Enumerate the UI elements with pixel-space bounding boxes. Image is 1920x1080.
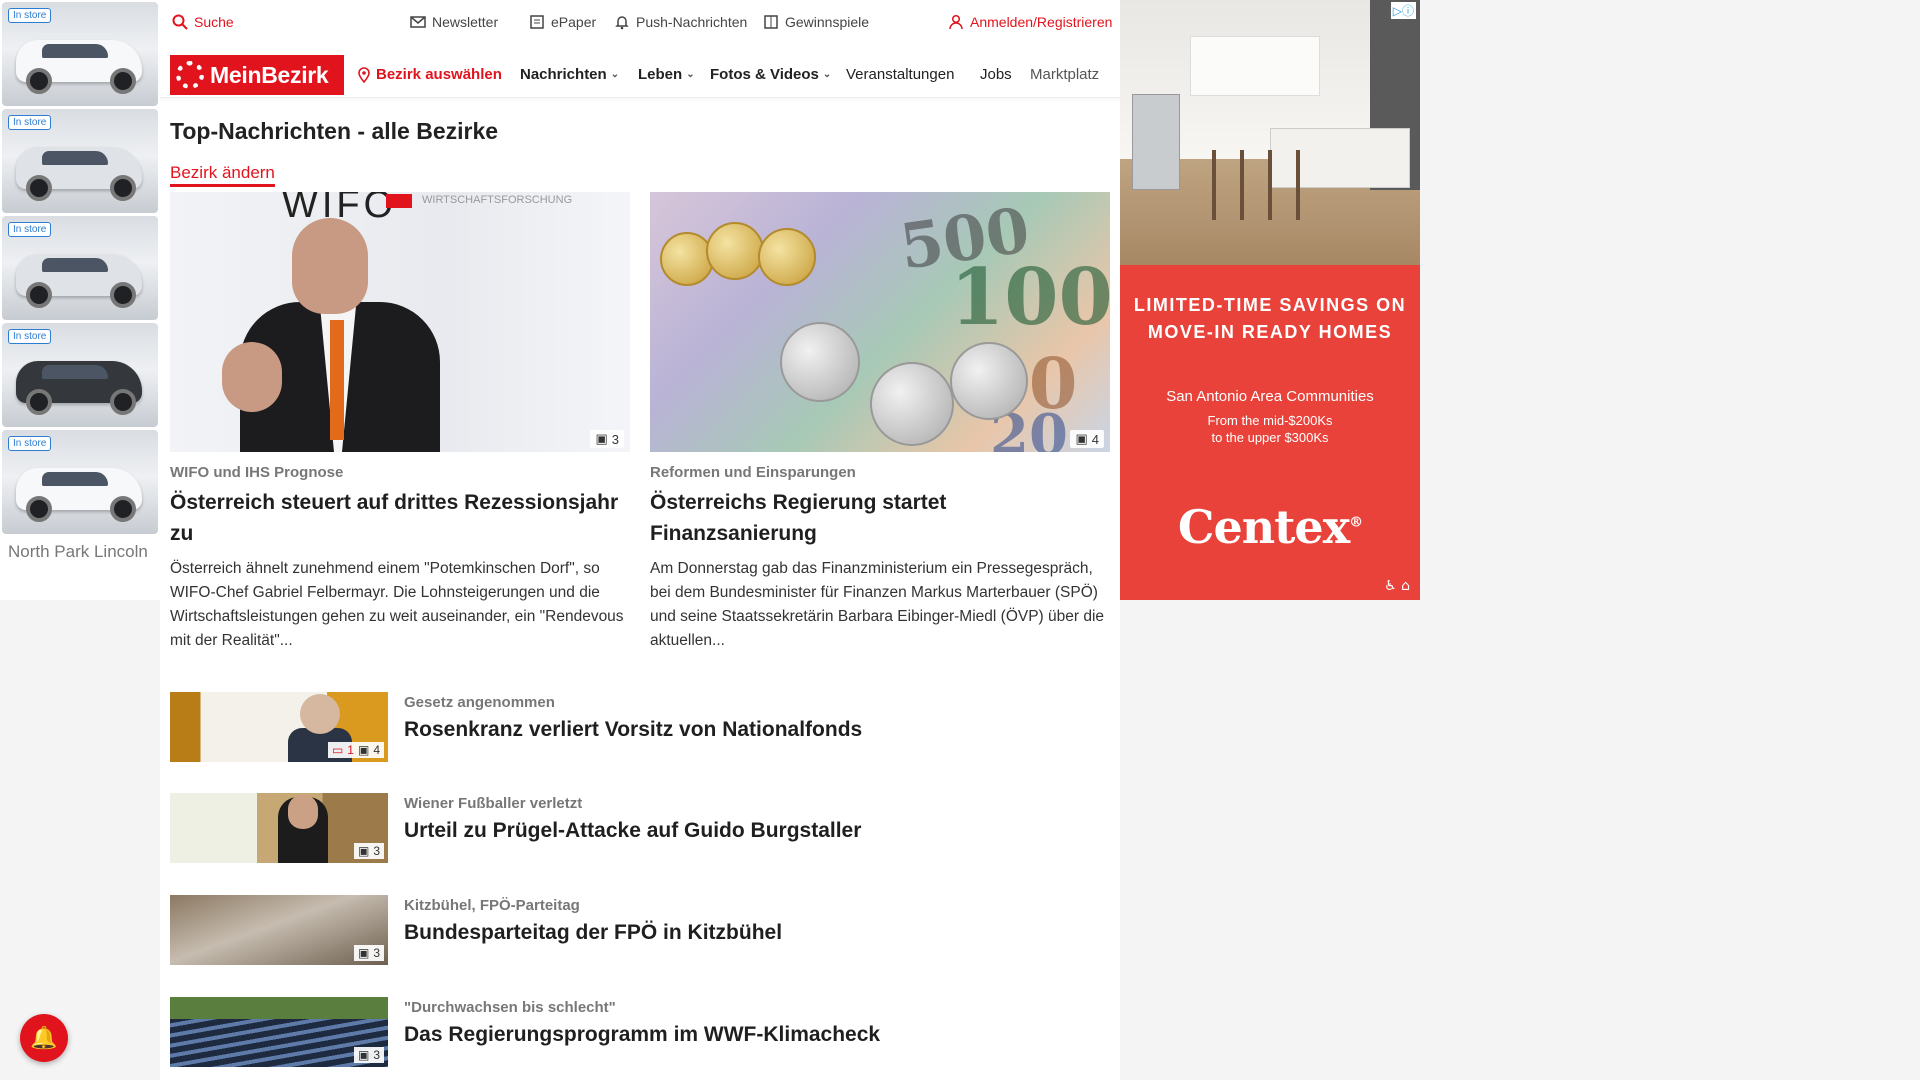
article-kicker: Wiener Fußballer verletzt	[404, 795, 583, 812]
chevron-down-icon: ⌄	[610, 69, 620, 80]
location-pin-icon	[358, 66, 370, 83]
article-image[interactable]: WIFO WIRTSCHAFTSFORSCHUNG ▣ 3	[170, 192, 630, 452]
epaper-link[interactable]: ePaper	[529, 14, 596, 30]
in-store-badge: In store	[8, 222, 52, 237]
gallery-icon: ▣	[357, 844, 370, 858]
gallery-icon: ▣	[595, 431, 608, 446]
nav-jobs[interactable]: Jobs	[980, 66, 1012, 83]
article-title[interactable]: Urteil zu Prügel-Attacke auf Guido Burgs…	[404, 819, 861, 843]
article-kicker: Reformen und Einsparungen	[650, 464, 856, 481]
bell-icon	[615, 16, 629, 30]
photo-count-badge: ▣ 3	[353, 1047, 384, 1063]
gewinnspiele-link[interactable]: Gewinnspiele	[763, 14, 869, 30]
list-article[interactable]: ▣ 3 "Durchwachsen bis schlecht" Das Regi…	[170, 997, 1100, 1067]
right-ad-banner[interactable]: ▷ⓘ LIMITED-TIME SAVINGS ON MOVE-IN READY…	[1120, 0, 1420, 600]
gallery-icon: ▣	[357, 946, 370, 960]
change-bezirk-link[interactable]: Bezirk ändern	[170, 163, 275, 187]
newsletter-link[interactable]: Newsletter	[410, 14, 498, 30]
article-title[interactable]: Das Regierungsprogramm im WWF-Klimacheck	[404, 1023, 880, 1047]
media-count-badge: ▭ 1 ▣ 4	[327, 742, 384, 758]
ad-brand-logo[interactable]: Centex®	[1120, 500, 1420, 554]
logo-sun-icon	[176, 61, 204, 89]
main-navigation: MeinBezirk Bezirk auswählen Nachrichten ⌄…	[160, 52, 1120, 98]
page-title: Top-Nachrichten - alle Bezirke	[170, 118, 499, 144]
site-logo[interactable]: MeinBezirk	[170, 55, 344, 95]
utility-bar: Suche Newsletter ePaper Push-Nachrichten…	[170, 12, 1112, 34]
article-thumbnail[interactable]: ▣ 3	[170, 793, 388, 863]
ad-headline: LIMITED-TIME SAVINGS ON MOVE-IN READY HO…	[1133, 295, 1407, 342]
list-article[interactable]: ▣ 3 Kitzbühel, FPÖ-Parteitag Bundesparte…	[170, 895, 1100, 965]
user-icon	[949, 14, 963, 30]
top-article-card[interactable]: WIFO WIRTSCHAFTSFORSCHUNG ▣ 3 WIFO und I…	[170, 192, 630, 653]
gallery-icon: ▣	[357, 1048, 370, 1062]
gallery-icon: ▣	[1075, 431, 1088, 446]
photo-count-badge: ▣ 3	[353, 945, 384, 961]
list-article[interactable]: ▣ 3 Wiener Fußballer verletzt Urteil zu …	[170, 793, 1100, 863]
in-store-badge: In store	[8, 436, 52, 451]
top-article-card[interactable]: 500 100 50 20 ▣ 4 Reformen und Einsparun…	[650, 192, 1110, 653]
bell-icon: 🔔	[30, 1025, 58, 1051]
ad-car-image[interactable]: In store	[2, 109, 158, 213]
in-store-badge: In store	[8, 115, 52, 130]
advertiser-name[interactable]: North Park Lincoln	[8, 542, 148, 562]
article-teaser: Österreich ähnelt zunehmend einem "Potem…	[170, 560, 624, 649]
push-link[interactable]: Push-Nachrichten	[614, 14, 747, 30]
article-title[interactable]: Österreich steuert auf drittes Rezession…	[170, 487, 630, 549]
ad-car-image[interactable]: In store	[2, 2, 158, 106]
mail-icon	[410, 16, 426, 28]
ad-price-text: From the mid-$200Ks to the upper $300Ks	[1207, 413, 1333, 445]
chevron-down-icon: ⌄	[686, 69, 695, 80]
nav-veranstaltungen[interactable]: Veranstaltungen	[846, 66, 954, 83]
adchoices-icon[interactable]: ▷ⓘ	[1390, 2, 1416, 19]
nav-nachrichten[interactable]: Nachrichten ⌄	[520, 66, 619, 83]
photo-count-badge: ▣ 3	[353, 843, 384, 859]
ad-car-image[interactable]: In store	[2, 216, 158, 320]
ad-kitchen-image[interactable]	[1120, 0, 1420, 265]
image-sign-subtext: WIRTSCHAFTSFORSCHUNG	[422, 194, 573, 206]
search-link[interactable]: Suche	[172, 14, 234, 30]
article-teaser: Am Donnerstag gab das Finanzministerium …	[650, 560, 1105, 649]
in-store-badge: In store	[8, 329, 52, 344]
ad-car-image[interactable]: In store	[2, 430, 158, 534]
article-title[interactable]: Rosenkranz verliert Vorsitz von National…	[404, 718, 862, 742]
list-article[interactable]: ▭ 1 ▣ 4 Gesetz angenommen Rosenkranz ver…	[170, 692, 1100, 762]
notification-bell-button[interactable]: 🔔	[20, 1014, 68, 1062]
accessibility-housing-icons: ♿ ⌂	[1384, 578, 1410, 594]
nav-leben[interactable]: Leben ⌄	[638, 66, 695, 83]
photo-count-badge: ▣ 4	[1070, 430, 1104, 448]
article-thumbnail[interactable]: ▭ 1 ▣ 4	[170, 692, 388, 762]
chevron-down-icon: ⌄	[822, 69, 832, 80]
ad-subheadline: San Antonio Area Communities	[1166, 388, 1374, 405]
gift-icon	[764, 15, 778, 29]
bezirk-select-button[interactable]: Bezirk auswählen	[356, 66, 502, 83]
article-kicker: Gesetz angenommen	[404, 694, 555, 711]
main-content: Suche Newsletter ePaper Push-Nachrichten…	[160, 0, 1120, 1080]
article-title[interactable]: Bundesparteitag der FPÖ in Kitzbühel	[404, 921, 782, 945]
comment-icon: ▭	[331, 743, 344, 757]
nav-fotos-videos[interactable]: Fotos & Videos ⌄	[710, 66, 831, 83]
login-link[interactable]: Anmelden/Registrieren	[948, 14, 1112, 30]
article-kicker: Kitzbühel, FPÖ-Parteitag	[404, 897, 580, 914]
photo-count-badge: ▣ 3	[590, 430, 624, 448]
search-icon	[172, 14, 188, 30]
ad-car-image[interactable]: In store	[2, 323, 158, 427]
article-thumbnail[interactable]: ▣ 3	[170, 895, 388, 965]
in-store-badge: In store	[8, 8, 52, 23]
article-thumbnail[interactable]: ▣ 3	[170, 997, 388, 1067]
article-image[interactable]: 500 100 50 20 ▣ 4	[650, 192, 1110, 452]
nav-marktplatz[interactable]: Marktplatz	[1030, 66, 1110, 83]
article-kicker: WIFO und IHS Prognose	[170, 464, 344, 481]
left-ad-banner[interactable]: ▷ⓘ In store In store In store In store I…	[0, 0, 160, 600]
gallery-icon: ▣	[357, 743, 370, 757]
newspaper-icon	[530, 15, 544, 29]
article-title[interactable]: Österreichs Regierung startet Finanzsani…	[650, 487, 1110, 549]
article-kicker: "Durchwachsen bis schlecht"	[404, 999, 616, 1016]
